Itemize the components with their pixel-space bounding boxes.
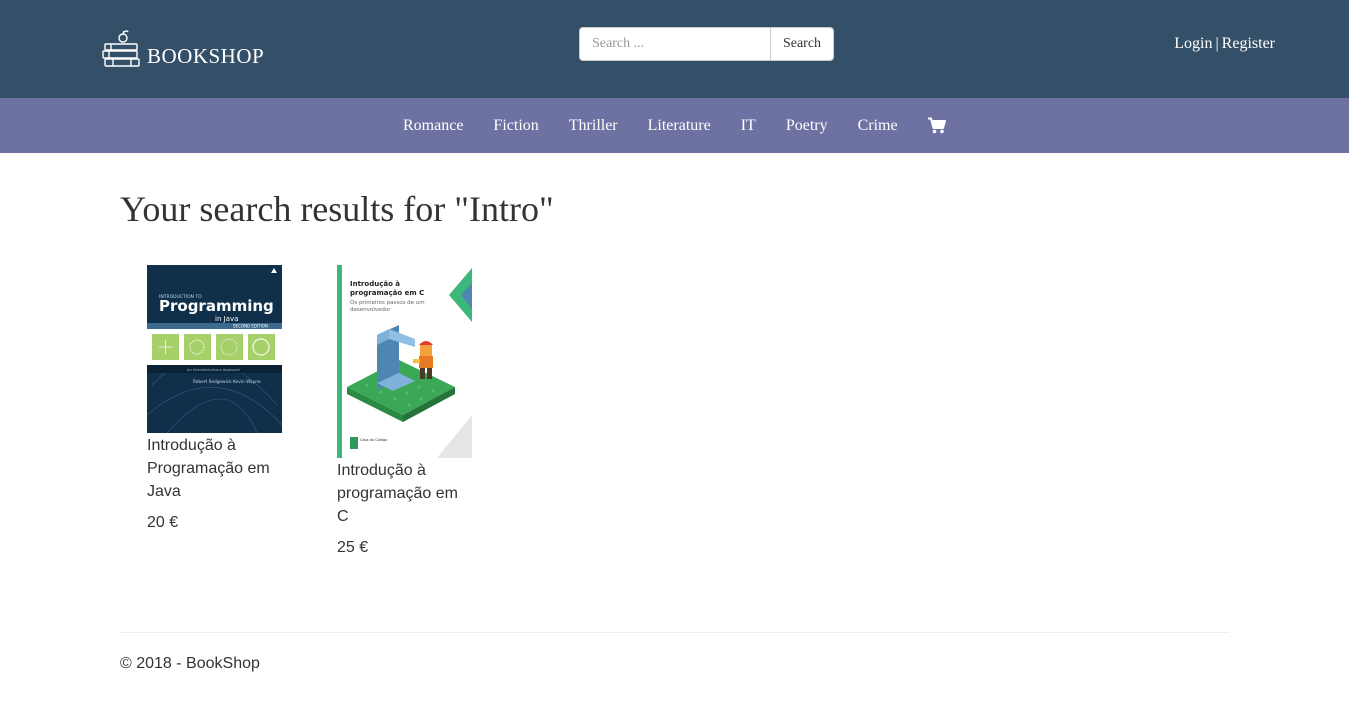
footer-copyright: © 2018 - BookShop [120,655,260,672]
category-nav: Romance Fiction Thriller Literature IT P… [0,98,1349,153]
register-link[interactable]: Register [1222,35,1275,52]
cover-subtitle-line1: Os primeiros passos de um [350,300,425,306]
search-results-title: Your search results for "Intro" [120,189,554,229]
cover-subtitle: in Java [215,315,238,323]
nav-item-romance[interactable]: Romance [388,117,478,135]
cover-tagline: An Interdisciplinary Approach [187,368,240,372]
book-cover-c[interactable]: Introdução à programação em C Os primeir… [337,265,472,458]
nav-item-poetry[interactable]: Poetry [771,117,843,135]
cover-publisher: Casa do Código [360,438,387,442]
footer-divider [120,632,1230,633]
cover-title: Programming [159,297,274,315]
product-price: 25 € [337,539,369,556]
category-list: Romance Fiction Thriller Literature IT P… [388,98,961,153]
cart-link[interactable] [913,98,961,153]
nav-item-it[interactable]: IT [726,117,771,135]
product-price: 20 € [147,514,179,531]
book-cover-java[interactable]: INTRODUCTION TO Programming in Java SECO… [147,265,282,433]
nav-item-literature[interactable]: Literature [633,117,726,135]
books-logo-icon [102,30,140,67]
search-button[interactable]: Search [770,27,834,61]
shopping-cart-icon [927,117,946,134]
search-input[interactable] [579,27,771,61]
nav-item-fiction[interactable]: Fiction [478,117,553,135]
top-header: BOOKSHOP Search Login|Register [0,0,1349,98]
cover-subtitle-line2: desenvolvedor [350,307,391,313]
nav-item-crime[interactable]: Crime [843,117,913,135]
cover-title-line2: programação em C [350,289,424,297]
product-card[interactable]: Introdução à programação em C Os primeir… [337,265,473,558]
product-name[interactable]: Introdução à programação em C [337,459,473,528]
login-link[interactable]: Login [1174,35,1212,52]
product-card[interactable]: INTRODUCTION TO Programming in Java SECO… [147,265,283,533]
search-form: Search [579,27,834,61]
cover-edition: SECOND EDITION [233,324,268,329]
cover-authors: Robert Sedgewick Kevin Wayne [193,379,261,385]
auth-links: Login | Register [1174,35,1275,53]
auth-separator: | [1215,35,1219,52]
logo-text: BOOKSHOP [147,44,265,68]
site-logo[interactable]: BOOKSHOP [101,28,264,70]
cover-title-line1: Introdução à [350,280,400,288]
nav-item-thriller[interactable]: Thriller [554,117,633,135]
product-name[interactable]: Introdução à Programação em Java [147,434,283,503]
